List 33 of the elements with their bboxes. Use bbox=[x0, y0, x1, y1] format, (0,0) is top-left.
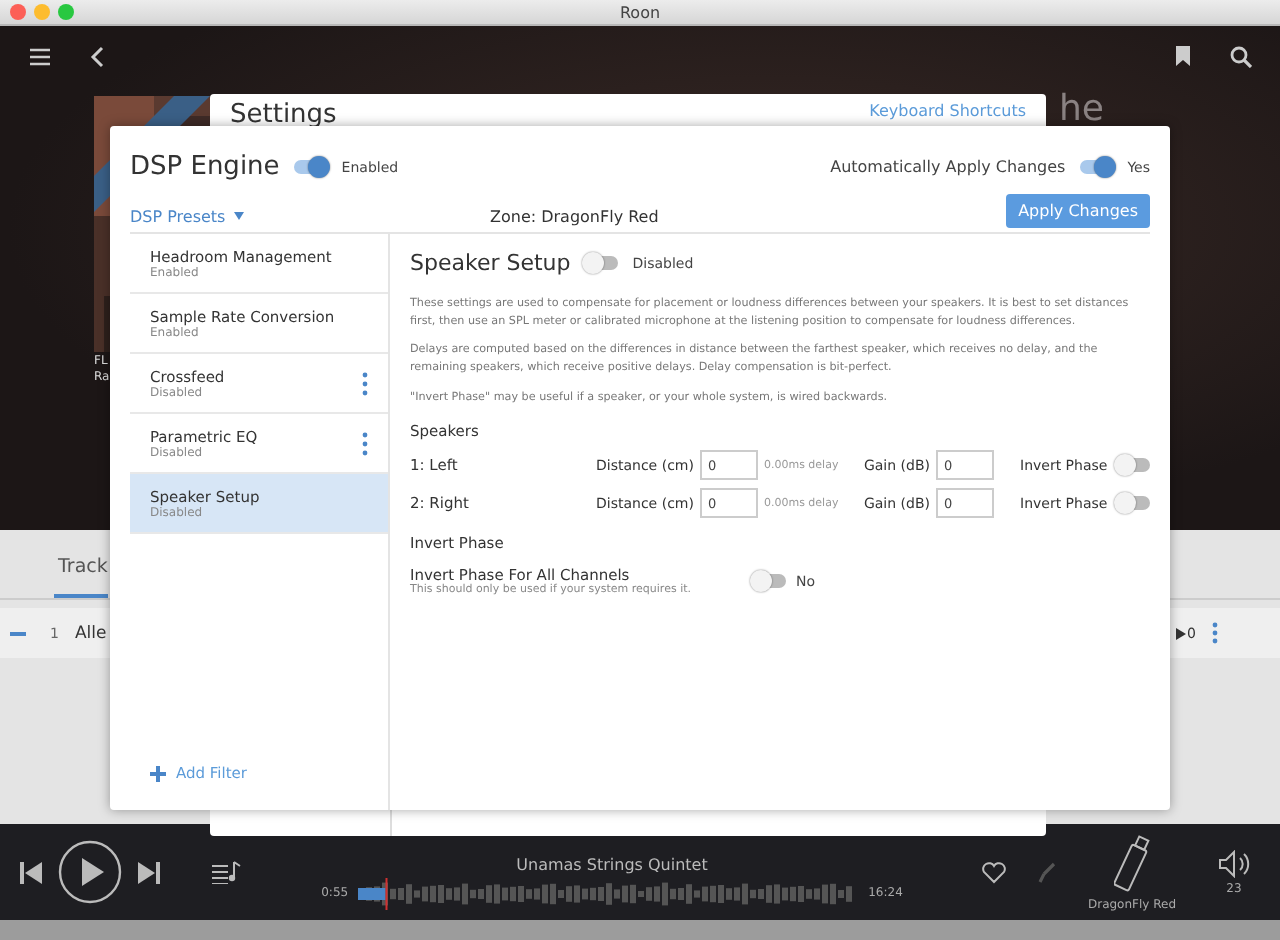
more-icon[interactable] bbox=[362, 371, 368, 395]
toggle-switch[interactable] bbox=[750, 570, 788, 593]
dsp-presets-dropdown[interactable]: DSP Presets bbox=[130, 207, 490, 225]
toggle-switch[interactable] bbox=[1077, 156, 1116, 178]
volume-icon[interactable] bbox=[1218, 849, 1250, 877]
window-title: Roon bbox=[619, 3, 661, 21]
bookmark-icon[interactable] bbox=[1176, 46, 1190, 66]
back-icon[interactable] bbox=[90, 45, 104, 67]
album-title: he bbox=[1059, 92, 1104, 128]
dialog-title: DSP Engine bbox=[130, 152, 280, 182]
plus-icon bbox=[150, 765, 166, 781]
search-icon[interactable] bbox=[1230, 45, 1252, 67]
caret-icon bbox=[233, 212, 244, 220]
toggle-switch[interactable] bbox=[1113, 492, 1152, 515]
toggle-switch[interactable] bbox=[582, 252, 621, 274]
play-icon[interactable] bbox=[58, 840, 122, 904]
next-icon[interactable] bbox=[138, 861, 160, 883]
track-title: Alle bbox=[74, 623, 107, 643]
auto-apply-label: Automatically Apply Changes bbox=[830, 158, 1066, 176]
heart-icon[interactable] bbox=[982, 861, 1006, 883]
usb-dongle-icon[interactable] bbox=[1114, 833, 1150, 893]
more-icon[interactable] bbox=[1212, 622, 1218, 644]
toggle-switch[interactable] bbox=[1113, 454, 1152, 477]
previous-icon[interactable] bbox=[20, 861, 42, 883]
close-icon[interactable] bbox=[10, 4, 26, 20]
queue-icon[interactable] bbox=[212, 860, 242, 884]
toggle-switch[interactable] bbox=[291, 156, 330, 178]
panel-title: Speaker Setup bbox=[410, 250, 571, 276]
zone-label: Zone: DragonFly Red bbox=[490, 207, 661, 225]
artist-name: Unamas Strings Quintet bbox=[516, 855, 708, 873]
menu-icon[interactable] bbox=[30, 47, 50, 65]
more-icon[interactable] bbox=[362, 431, 368, 455]
settings-title: Settings bbox=[230, 102, 337, 128]
